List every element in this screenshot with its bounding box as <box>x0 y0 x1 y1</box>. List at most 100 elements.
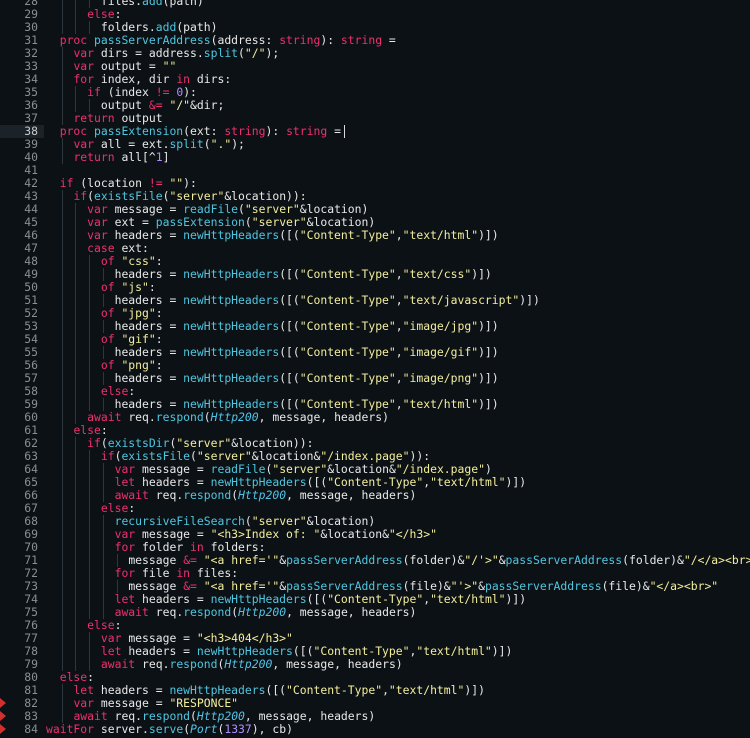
indent-guide <box>61 86 63 99</box>
code-token: (path) <box>176 20 218 34</box>
code-token: : <box>114 7 122 21</box>
code-token: respond <box>183 488 232 502</box>
indent-guide <box>61 502 63 515</box>
code-token: if <box>59 176 81 190</box>
code-token: output = <box>100 59 163 73</box>
code-line[interactable]: 60 await req.respond(Http200, message, he… <box>0 411 750 424</box>
code-token: ([( <box>306 592 328 606</box>
indent-guide <box>89 385 91 398</box>
code-token: headers = <box>114 293 184 307</box>
indent-guide <box>61 684 63 697</box>
code-token: (file)& <box>601 579 650 593</box>
code-token: add <box>142 0 163 8</box>
code-token: &location& <box>320 527 389 541</box>
code-token: var <box>87 215 115 229</box>
code-token: ([( <box>279 345 300 359</box>
code-token: passServerAddress <box>505 553 623 567</box>
code-token: await <box>114 605 156 619</box>
breakpoint-marker-icon[interactable] <box>0 698 6 708</box>
code-token: in <box>190 540 211 554</box>
code-token: readFile <box>183 202 239 216</box>
text-caret <box>343 125 345 138</box>
code-token: "Content-Type" <box>299 319 396 333</box>
code-token: "server" <box>251 215 307 229</box>
code-token: await <box>114 488 156 502</box>
indent-guide <box>75 281 77 294</box>
code-line[interactable]: 40 return all[^1] <box>0 151 750 164</box>
indent-guide <box>102 554 104 567</box>
code-token: , <box>395 319 403 333</box>
indent-guide <box>61 99 63 112</box>
indent-guide <box>89 268 91 281</box>
code-token: var <box>87 228 115 242</box>
code-text: return all[^1] <box>73 151 169 164</box>
code-token: "jpg" <box>121 306 156 320</box>
indent-guide <box>102 476 104 489</box>
code-token: (file)& <box>402 579 451 593</box>
code-token: passExtension <box>155 215 245 229</box>
code-line[interactable]: 79 await req.respond(Http200, message, he… <box>0 658 750 671</box>
indent-guide <box>75 476 77 489</box>
code-token: newHttpHeaders <box>183 319 280 333</box>
code-text: await req.respond(Http200, message, head… <box>115 489 417 502</box>
code-token: ([( <box>265 683 287 697</box>
indent-guide <box>61 281 63 294</box>
code-text: await req.respond(Http200, message, head… <box>87 411 389 424</box>
indent-guide <box>89 502 91 515</box>
indent-guide <box>61 268 63 281</box>
code-editor[interactable]: 28 files.add(path) 29 else: 30 folders.add(pa… <box>0 0 750 738</box>
code-token: "png" <box>121 358 156 372</box>
code-token: "Content-Type" <box>313 644 410 658</box>
code-token: )]) <box>478 228 499 242</box>
code-text: await req.respond(Http200, message, head… <box>101 658 403 671</box>
code-token: , message, headers) <box>244 709 376 723</box>
code-token: & <box>478 579 485 593</box>
code-token: , <box>395 293 403 307</box>
code-token: Http200 <box>210 410 259 424</box>
code-line[interactable]: 69 var message = "<h3>Index of: "&locatio… <box>0 528 750 541</box>
breakpoint-marker-icon[interactable] <box>0 711 6 721</box>
code-token: ( <box>244 514 252 528</box>
code-token: "Content-Type" <box>299 267 396 281</box>
code-token: )]) <box>471 267 492 281</box>
code-token: Http200 <box>238 488 287 502</box>
code-token: , message, headers) <box>286 488 417 502</box>
code-token: "/</a><br>" <box>683 553 750 567</box>
code-token: newHttpHeaders <box>183 397 280 411</box>
indent-guide <box>89 320 91 333</box>
code-token: all[^ <box>121 150 156 164</box>
code-token: &dir; <box>190 98 225 112</box>
indent-guide <box>61 216 63 229</box>
indent-guide <box>61 255 63 268</box>
code-token: respond <box>183 605 232 619</box>
code-token: req. <box>128 410 156 424</box>
indent-guide <box>75 567 77 580</box>
code-token: : <box>87 670 95 684</box>
code-token: passServerAddress <box>286 553 403 567</box>
code-token: "text/html" <box>430 592 506 606</box>
indent-guide <box>75 307 77 320</box>
code-token: newHttpHeaders <box>196 644 293 658</box>
code-token: await <box>100 657 143 671</box>
code-token: req. <box>155 605 184 619</box>
breakpoint-marker-icon[interactable] <box>0 724 6 734</box>
indent-guide <box>61 593 63 606</box>
code-token: headers = <box>142 475 211 489</box>
code-token: "<h3>404</h3>" <box>196 631 293 645</box>
code-token: var <box>73 59 101 73</box>
code-token: ), cb) <box>251 722 293 736</box>
code-token: "<h3>Index of: " <box>210 527 321 541</box>
code-line[interactable]: 84 waitFor server.serve(Port(1337), cb) <box>0 723 750 736</box>
code-token: &location) <box>306 215 376 229</box>
code-token: var <box>73 46 101 60</box>
code-token: headers = <box>114 319 184 333</box>
code-token: (location <box>80 176 149 190</box>
code-token: ): <box>265 124 287 138</box>
indent-guide <box>61 60 63 73</box>
code-token: Port <box>190 722 218 736</box>
code-token: (index <box>107 85 156 99</box>
code-token: headers = <box>142 592 211 606</box>
code-token: "Content-Type" <box>286 683 383 697</box>
code-line[interactable]: 71 message &= "<a href='"&passServerAddre… <box>0 554 750 567</box>
indent-guide <box>61 229 63 242</box>
